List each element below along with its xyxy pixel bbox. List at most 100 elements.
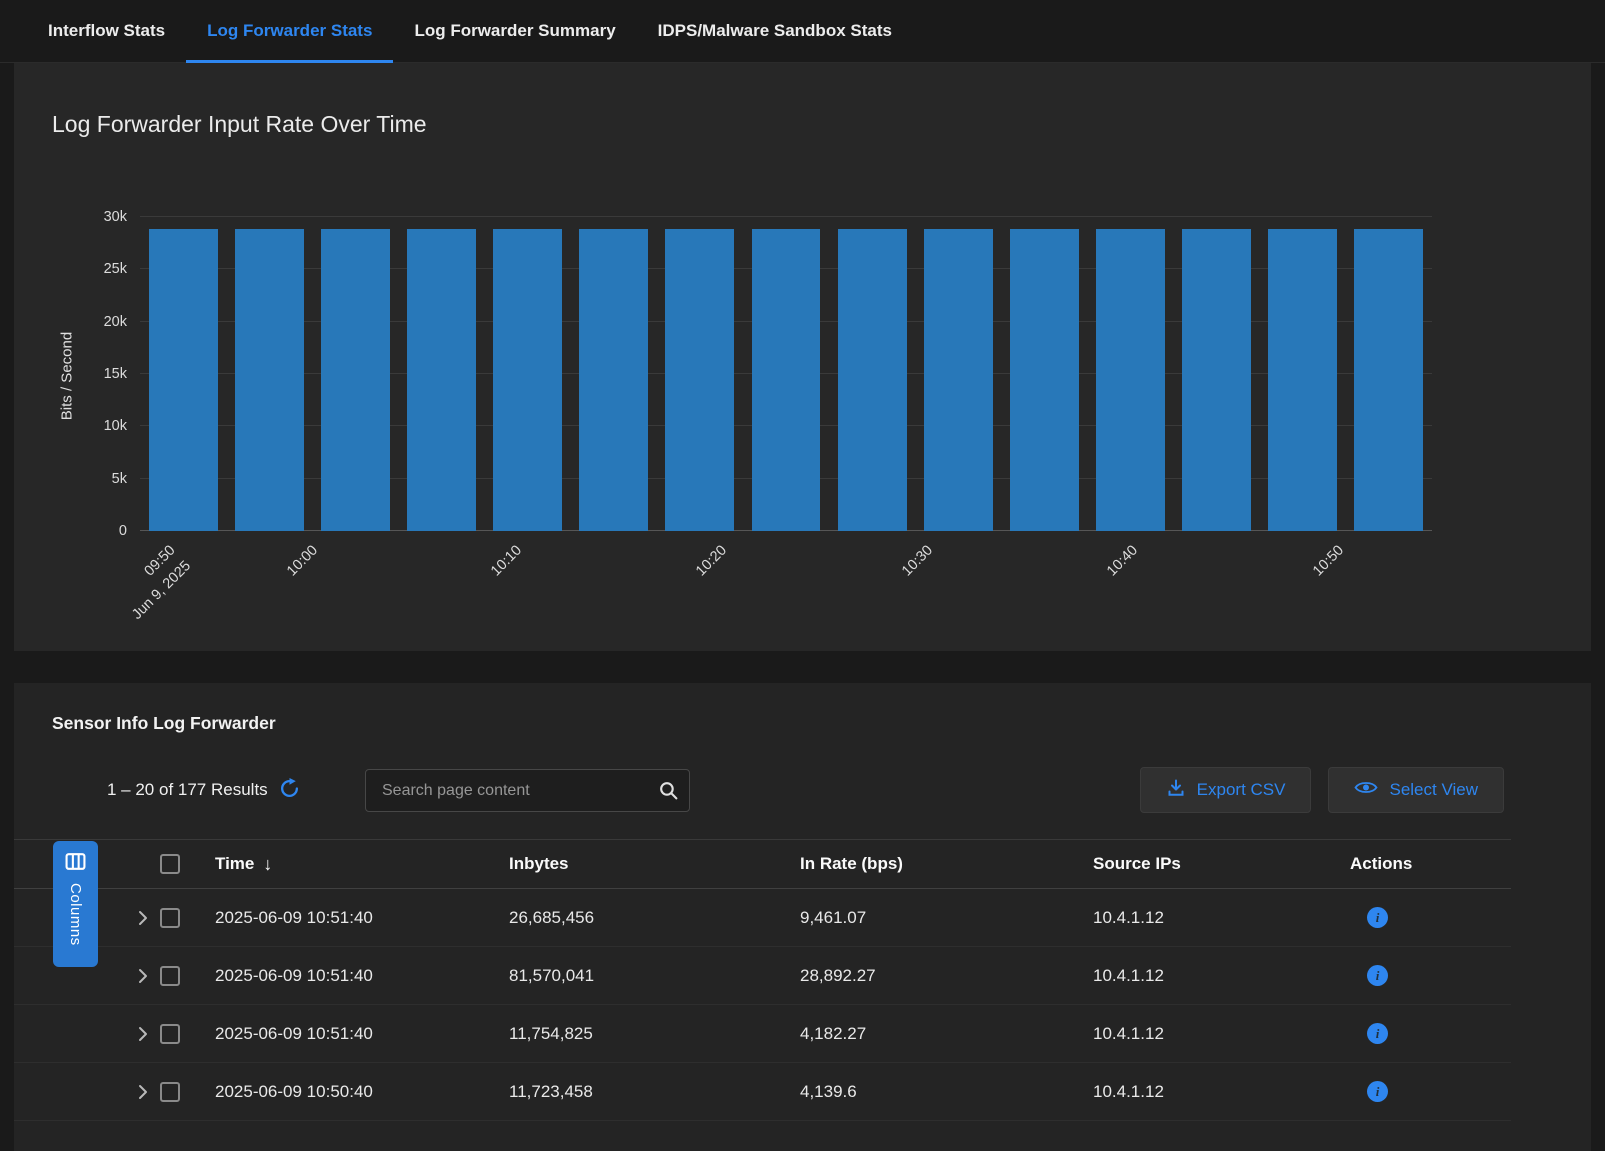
chart-bar: [235, 229, 304, 531]
cell-sourceips: 10.4.1.12: [1084, 1024, 1341, 1044]
table-row[interactable]: 2025-06-09 10:51:40 26,685,456 9,461.07 …: [14, 889, 1511, 947]
col-header-inrate[interactable]: In Rate (bps): [791, 854, 1084, 874]
page: Interflow Stats Log Forwarder Stats Log …: [0, 0, 1605, 1151]
chart-bar: [1268, 229, 1337, 531]
x-axis-tick-label: 10:10: [486, 541, 527, 582]
columns-grid-icon: [65, 852, 86, 874]
tab[interactable]: IDPS/Malware Sandbox Stats: [637, 0, 913, 62]
search-box: [365, 769, 690, 812]
chevron-right-icon[interactable]: [138, 1026, 148, 1042]
gridline: [140, 216, 1432, 217]
chart-bar: [321, 229, 390, 531]
table-header-row: Time ↓ Inbytes In Rate (bps) Source IPs …: [14, 839, 1511, 889]
tab-bar: Interflow Stats Log Forwarder Stats Log …: [0, 0, 1605, 63]
cell-inrate: 28,892.27: [791, 966, 1084, 986]
col-header-sourceips[interactable]: Source IPs: [1084, 854, 1341, 874]
chart-title: Log Forwarder Input Rate Over Time: [52, 111, 427, 138]
tab[interactable]: Interflow Stats: [27, 0, 186, 62]
tab[interactable]: Log Forwarder Stats: [186, 0, 393, 62]
chevron-right-icon[interactable]: [138, 1084, 148, 1100]
cell-inrate: 4,139.6: [791, 1082, 1084, 1102]
cell-sourceips: 10.4.1.12: [1084, 966, 1341, 986]
cell-inbytes: 26,685,456: [500, 908, 791, 928]
refresh-icon: [279, 778, 300, 802]
chart-bar: [752, 229, 821, 531]
tab[interactable]: Log Forwarder Summary: [393, 0, 636, 62]
cell-inrate: 9,461.07: [791, 908, 1084, 928]
chart-bar: [665, 229, 734, 531]
refresh-button[interactable]: [279, 778, 300, 802]
tab-label: Log Forwarder Stats: [207, 21, 372, 41]
select-view-label: Select View: [1389, 780, 1478, 800]
cell-time: 2025-06-09 10:51:40: [206, 908, 500, 928]
eye-icon: [1354, 779, 1378, 801]
x-axis-tick-label: 10:20: [692, 541, 733, 582]
x-axis-tick-label: 09:50Jun 9, 2025: [112, 541, 196, 625]
row-checkbox[interactable]: [160, 1024, 180, 1044]
export-csv-button[interactable]: Export CSV: [1140, 767, 1312, 813]
columns-button[interactable]: Columns: [53, 841, 98, 967]
chart-plot: 05k10k15k20k25k30k09:50Jun 9, 202510:001…: [140, 217, 1432, 531]
x-axis-tick-label: 10:40: [1103, 541, 1144, 582]
chart-bar: [1096, 229, 1165, 531]
y-axis-tick-label: 25k: [104, 261, 127, 277]
tab-label: IDPS/Malware Sandbox Stats: [658, 21, 892, 41]
cell-sourceips: 10.4.1.12: [1084, 1082, 1341, 1102]
chart-bar: [149, 229, 218, 531]
search-input[interactable]: [366, 782, 647, 800]
info-icon[interactable]: i: [1367, 965, 1388, 986]
table-body: 2025-06-09 10:51:40 26,685,456 9,461.07 …: [14, 889, 1511, 1121]
row-checkbox[interactable]: [160, 1082, 180, 1102]
table-row[interactable]: 2025-06-09 10:51:40 81,570,041 28,892.27…: [14, 947, 1511, 1005]
chart-bar: [838, 229, 907, 531]
cell-time: 2025-06-09 10:51:40: [206, 966, 500, 986]
cell-inrate: 4,182.27: [791, 1024, 1084, 1044]
download-icon: [1166, 778, 1186, 803]
col-header-actions: Actions: [1341, 854, 1511, 874]
cell-time: 2025-06-09 10:50:40: [206, 1082, 500, 1102]
cell-sourceips: 10.4.1.12: [1084, 908, 1341, 928]
columns-button-label: Columns: [67, 883, 84, 946]
tab-label: Log Forwarder Summary: [414, 21, 615, 41]
chevron-right-icon[interactable]: [138, 910, 148, 926]
chart-bar: [1354, 229, 1423, 531]
select-all-checkbox[interactable]: [160, 854, 180, 874]
y-axis-tick-label: 10k: [104, 418, 127, 434]
chart-bar: [493, 229, 562, 531]
arrow-down-icon[interactable]: ↓: [263, 854, 272, 875]
y-axis-tick-label: 5k: [112, 471, 127, 487]
col-header-time[interactable]: Time ↓: [206, 854, 500, 875]
chart-bar: [407, 229, 476, 531]
y-axis-tick-label: 15k: [104, 366, 127, 382]
x-axis-tick-label: 10:50: [1308, 541, 1349, 582]
table-section-title: Sensor Info Log Forwarder: [52, 713, 276, 734]
toolbar-actions: Export CSV Select View: [1140, 767, 1504, 813]
y-axis-tick-label: 30k: [104, 209, 127, 225]
table-row[interactable]: 2025-06-09 10:50:40 11,723,458 4,139.6 1…: [14, 1063, 1511, 1121]
select-view-button[interactable]: Select View: [1328, 767, 1504, 813]
row-checkbox[interactable]: [160, 908, 180, 928]
cell-inbytes: 81,570,041: [500, 966, 791, 986]
cell-time: 2025-06-09 10:51:40: [206, 1024, 500, 1044]
y-axis-tick-label: 0: [119, 523, 127, 539]
results-text: 1 – 20 of 177 Results: [107, 780, 268, 800]
row-checkbox[interactable]: [160, 966, 180, 986]
table-row[interactable]: 2025-06-09 10:51:40 11,754,825 4,182.27 …: [14, 1005, 1511, 1063]
chart-panel: Log Forwarder Input Rate Over Time Bits …: [14, 63, 1591, 651]
x-axis-tick-label: 10:00: [282, 541, 323, 582]
search-icon[interactable]: [647, 780, 689, 801]
col-header-inbytes[interactable]: Inbytes: [500, 854, 791, 874]
tab-label: Interflow Stats: [48, 21, 165, 41]
x-axis-tick-label: 10:30: [897, 541, 938, 582]
cell-inbytes: 11,723,458: [500, 1082, 791, 1102]
info-icon[interactable]: i: [1367, 1023, 1388, 1044]
export-csv-label: Export CSV: [1197, 780, 1286, 800]
y-axis-title: Bits / Second: [59, 332, 76, 420]
info-icon[interactable]: i: [1367, 907, 1388, 928]
cell-inbytes: 11,754,825: [500, 1024, 791, 1044]
table-toolbar: 1 – 20 of 177 Results: [14, 767, 1591, 813]
chevron-right-icon[interactable]: [138, 968, 148, 984]
col-header-time-label: Time: [215, 854, 254, 874]
info-icon[interactable]: i: [1367, 1081, 1388, 1102]
chart-bar: [1182, 229, 1251, 531]
